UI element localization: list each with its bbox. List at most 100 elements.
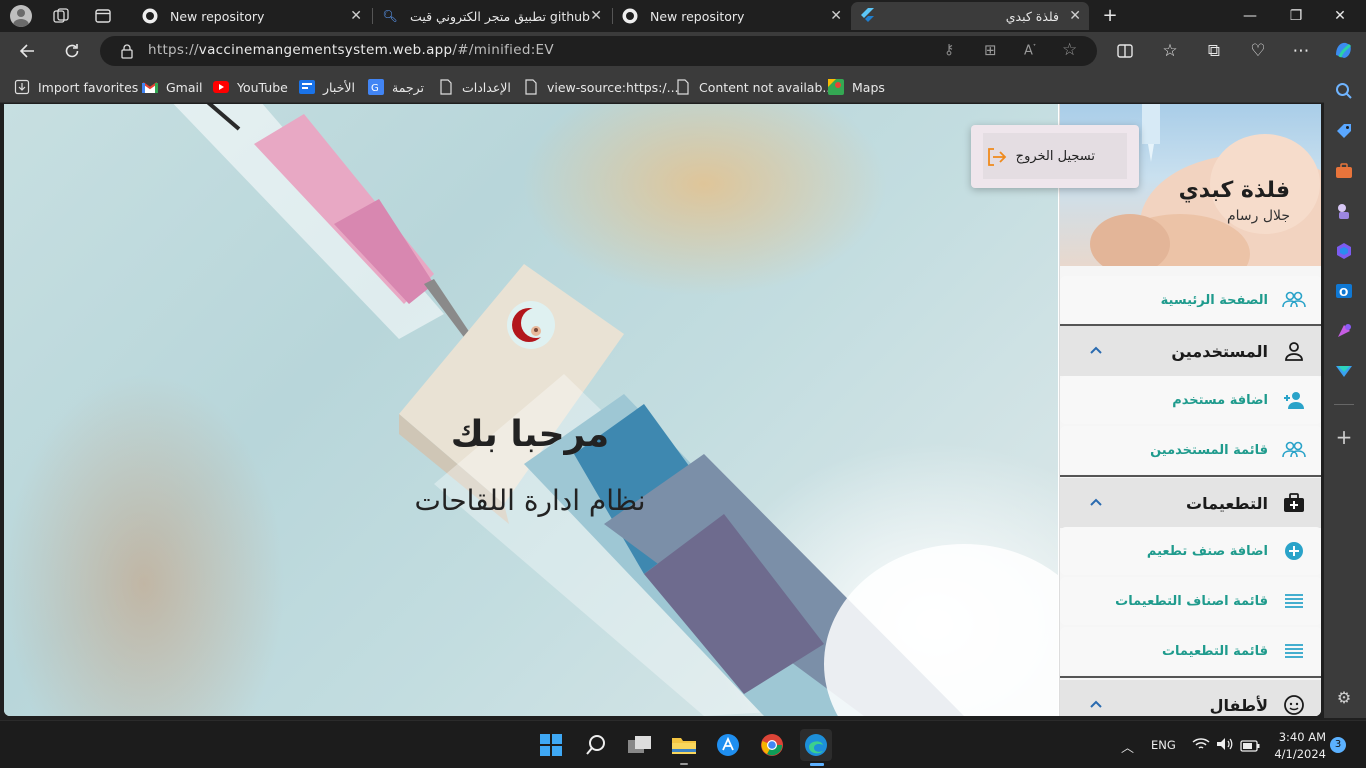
nav-add-vaccine-type[interactable]: اضافة صنف تطعيم xyxy=(1060,527,1321,575)
nav-home[interactable]: الصفحة الرئيسية xyxy=(1060,276,1321,324)
nav-users-list[interactable]: قائمة المستخدمين xyxy=(1060,426,1321,474)
minimize-button[interactable]: — xyxy=(1236,4,1264,28)
tools-briefcase-icon[interactable] xyxy=(1333,160,1355,182)
read-aloud-icon[interactable]: Aᐩ xyxy=(1024,42,1036,58)
new-tab-button[interactable]: + xyxy=(1096,4,1124,28)
apps-icon[interactable]: ⊞ xyxy=(984,41,997,59)
collections-icon[interactable]: ⧉ xyxy=(1202,39,1226,63)
chevron-up-icon[interactable] xyxy=(1088,494,1104,510)
section-vaccines[interactable]: التطعيمات xyxy=(1060,478,1321,528)
split-screen-icon[interactable] xyxy=(1113,39,1137,63)
favorite-translate[interactable]: G ترجمة xyxy=(368,77,424,97)
address-bar[interactable]: https://vaccinemangementsystem.web.app/#… xyxy=(100,36,1097,66)
chevron-up-icon[interactable] xyxy=(1088,342,1104,358)
group-icon xyxy=(1282,288,1306,312)
drop-icon[interactable] xyxy=(1333,360,1355,382)
close-window-button[interactable]: ✕ xyxy=(1326,4,1354,28)
youtube-icon xyxy=(213,79,229,95)
restore-button[interactable]: ❐ xyxy=(1282,4,1310,28)
favorite-star-icon[interactable]: ☆ xyxy=(1062,40,1077,60)
person-icon xyxy=(1282,339,1306,363)
favorite-view-source[interactable]: view-source:https:/... xyxy=(523,77,679,97)
favorite-gmail[interactable]: Gmail xyxy=(142,77,202,97)
games-icon[interactable] xyxy=(1333,200,1355,222)
key-icon[interactable]: ⚷ xyxy=(944,42,954,58)
gmail-icon xyxy=(142,79,158,95)
github-icon xyxy=(142,8,158,24)
profile-avatar[interactable] xyxy=(10,5,32,27)
chevron-up-icon[interactable]: ︿ xyxy=(1121,737,1134,756)
favorites-icon[interactable]: ☆ xyxy=(1158,39,1182,63)
nav-add-user-label: اضافة مستخدم xyxy=(1172,392,1268,408)
clock-date[interactable]: 4/1/2024 xyxy=(1270,747,1326,761)
close-tab-icon[interactable]: ✕ xyxy=(350,8,362,24)
browser-essentials-icon[interactable]: ♡ xyxy=(1246,39,1270,63)
group-icon xyxy=(1282,438,1306,462)
nav-vaccine-types-list[interactable]: قائمة اصناف التطعيمات xyxy=(1060,577,1321,625)
back-arrow-icon[interactable] xyxy=(16,39,40,63)
chevron-up-icon[interactable] xyxy=(1088,696,1104,712)
maps-icon xyxy=(828,79,844,95)
import-icon xyxy=(14,79,30,95)
favorite-news[interactable]: الأخبار xyxy=(299,77,355,97)
url-text[interactable]: https://vaccinemangementsystem.web.app/#… xyxy=(148,42,554,58)
shopping-tag-icon[interactable] xyxy=(1333,120,1355,142)
favorite-youtube[interactable]: YouTube xyxy=(213,77,288,97)
task-view-icon[interactable] xyxy=(624,729,656,761)
favorite-content-not-available[interactable]: Content not availab... xyxy=(675,77,834,97)
tab-new-repository-1[interactable]: New repository ✕ xyxy=(134,2,370,30)
chrome-icon[interactable] xyxy=(756,729,788,761)
add-icon[interactable]: + xyxy=(1333,425,1355,449)
battery-icon[interactable] xyxy=(1240,737,1260,756)
clock-time[interactable]: 3:40 AM xyxy=(1270,730,1326,744)
nav-vaccines-list[interactable]: قائمة التطعيمات xyxy=(1060,627,1321,675)
welcome-heading: مرحبا بك xyxy=(450,414,610,455)
page-icon xyxy=(523,79,539,95)
lock-icon[interactable] xyxy=(120,43,134,63)
tab-actions-icon[interactable] xyxy=(94,7,112,25)
file-explorer-icon[interactable] xyxy=(668,729,700,761)
favorite-settings[interactable]: الإعدادات xyxy=(438,77,511,97)
tab-title: فلذة كبدي xyxy=(1005,8,1059,24)
windows-start-icon[interactable] xyxy=(535,729,567,761)
refresh-icon[interactable] xyxy=(60,39,84,63)
favorite-import[interactable]: Import favorites xyxy=(14,77,138,97)
favorite-maps[interactable]: Maps xyxy=(828,77,885,97)
add-person-icon xyxy=(1282,388,1306,412)
edge-sidebar: O + ⚙ xyxy=(1324,70,1366,718)
designer-icon[interactable] xyxy=(1333,320,1355,342)
tab-github-search[interactable]: 🔍︎ github تطبيق متجر الكتروني قيت هب ✕ xyxy=(374,2,610,30)
notification-badge[interactable]: 3 xyxy=(1330,737,1346,753)
app-logo xyxy=(507,301,555,349)
taskbar-search-icon[interactable] xyxy=(580,729,612,761)
section-children[interactable]: لأطفال xyxy=(1060,680,1321,716)
wifi-icon[interactable] xyxy=(1192,736,1210,755)
workspaces-icon[interactable] xyxy=(52,7,70,25)
list-icon xyxy=(1282,639,1306,663)
close-tab-icon[interactable]: ✕ xyxy=(830,8,842,24)
nav-add-user[interactable]: اضافة مستخدم xyxy=(1060,376,1321,424)
app-store-icon[interactable] xyxy=(712,729,744,761)
outlook-icon[interactable]: O xyxy=(1333,280,1355,302)
close-tab-icon[interactable]: ✕ xyxy=(590,8,602,24)
copilot-icon[interactable] xyxy=(1331,39,1355,63)
volume-icon[interactable] xyxy=(1216,736,1234,755)
page-icon xyxy=(438,79,454,95)
tab-new-repository-2[interactable]: New repository ✕ xyxy=(614,2,850,30)
close-tab-icon[interactable]: ✕ xyxy=(1069,8,1081,24)
tab-active[interactable]: فلذة كبدي ✕ xyxy=(851,2,1089,30)
github-icon xyxy=(622,8,638,24)
user-name: فلذة كبدي xyxy=(1178,178,1290,203)
language-indicator[interactable]: ENG xyxy=(1151,738,1176,752)
settings-gear-icon[interactable]: ⚙ xyxy=(1333,686,1355,708)
search-icon[interactable] xyxy=(1333,80,1355,102)
logout-menu-item[interactable]: تسجيل الخروج xyxy=(983,133,1127,179)
section-users-label: المستخدمين xyxy=(1171,341,1268,361)
page-viewport: مرحبا بك نظام ادارة اللقاحات فلذة كبدي ج… xyxy=(4,104,1321,716)
more-menu-icon[interactable]: ⋯ xyxy=(1289,39,1313,63)
copilot-hex-icon[interactable] xyxy=(1333,240,1355,262)
search-icon: 🔍︎ xyxy=(382,9,398,23)
section-users[interactable]: المستخدمين xyxy=(1060,326,1321,376)
edge-taskbar-icon[interactable] xyxy=(800,729,832,761)
child-face-icon xyxy=(1282,693,1306,716)
